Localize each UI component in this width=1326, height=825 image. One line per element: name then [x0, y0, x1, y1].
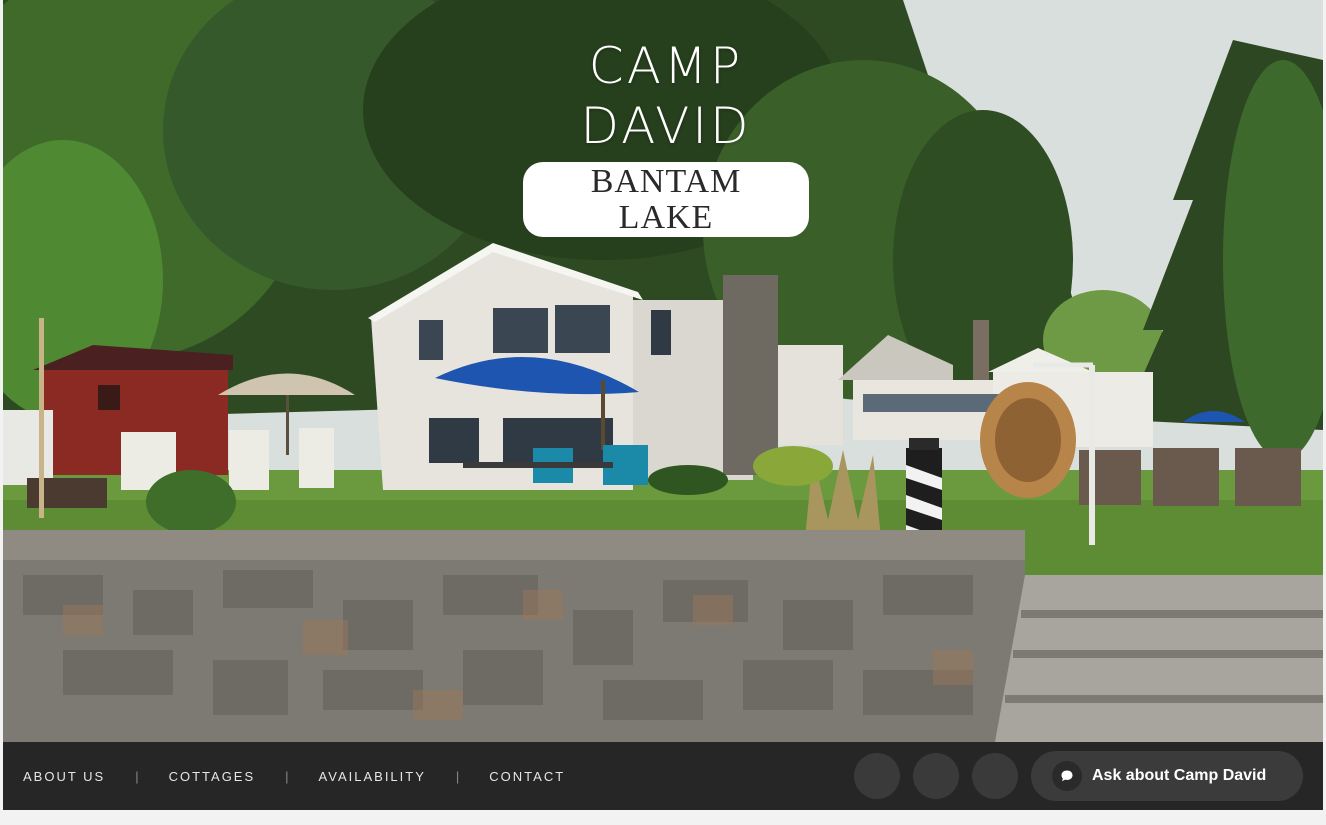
nav-separator: |	[285, 768, 289, 784]
nav-link-cottages[interactable]: COTTAGES	[169, 769, 256, 784]
circle-button-1[interactable]	[854, 753, 900, 799]
icon-button-group	[854, 753, 1018, 799]
logo-title: CAMP DAVID	[580, 37, 752, 155]
nav-link-about-us[interactable]: ABOUT US	[23, 769, 105, 784]
circle-button-2[interactable]	[913, 753, 959, 799]
hero-image: CAMP DAVID BANTAM LAKE	[3, 0, 1323, 742]
nav-links: ABOUT US | COTTAGES | AVAILABILITY | CON…	[23, 742, 565, 810]
ask-chat-button[interactable]: Ask about Camp David	[1031, 751, 1303, 801]
circle-button-3[interactable]	[972, 753, 1018, 799]
nav-separator: |	[135, 768, 139, 784]
chat-bubble-icon	[1052, 761, 1082, 791]
nav-separator: |	[455, 768, 460, 784]
bottom-navbar: ABOUT US | COTTAGES | AVAILABILITY | CON…	[3, 742, 1323, 810]
site-logo[interactable]: CAMP DAVID BANTAM LAKE	[508, 36, 824, 237]
ask-chat-label: Ask about Camp David	[1092, 767, 1267, 784]
page-frame: CAMP DAVID BANTAM LAKE ABOUT US | COTTAG…	[3, 0, 1323, 810]
nav-link-availability[interactable]: AVAILABILITY	[319, 769, 426, 784]
nav-link-contact[interactable]: CONTACT	[489, 769, 565, 784]
logo-subtitle-badge: BANTAM LAKE	[523, 162, 809, 237]
